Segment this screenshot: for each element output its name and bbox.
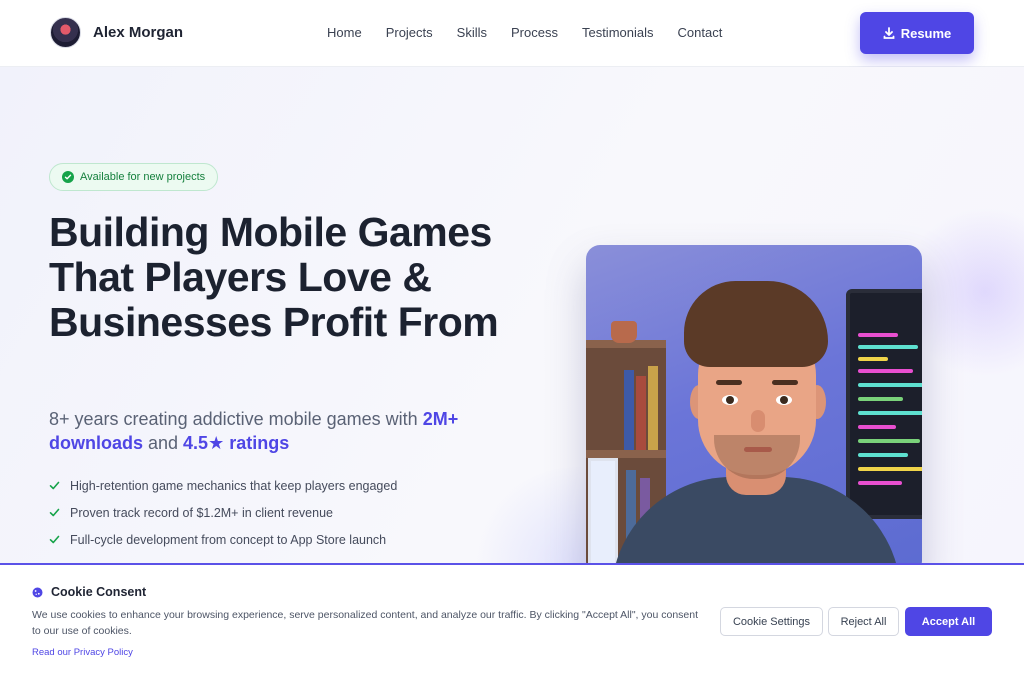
person-hair — [684, 281, 828, 367]
code-line — [858, 453, 908, 457]
hero-section: Available for new projects Building Mobi… — [0, 67, 1024, 567]
check-icon — [49, 508, 60, 517]
nav-link-projects[interactable]: Projects — [386, 25, 433, 40]
code-line — [858, 411, 922, 415]
nav-link-home[interactable]: Home — [327, 25, 362, 40]
cookie-title-text: Cookie Consent — [51, 585, 147, 599]
hero-headline: Building Mobile Games That Players Love … — [49, 209, 499, 345]
ratings-highlight: 4.5★ ratings — [183, 433, 290, 453]
code-line — [858, 383, 922, 387]
code-line — [858, 345, 918, 349]
subhead-and: and — [143, 433, 184, 453]
check-icon — [49, 535, 60, 544]
code-line — [858, 397, 903, 401]
picture-frame — [588, 458, 618, 567]
top-nav: Alex Morgan Home Projects Skills Process… — [0, 0, 1024, 67]
privacy-policy-link[interactable]: Read our Privacy Policy — [32, 647, 133, 658]
check-circle-icon — [62, 171, 74, 183]
developer-portrait-image — [586, 245, 922, 567]
check-icon — [49, 481, 60, 490]
nav-link-process[interactable]: Process — [511, 25, 558, 40]
resume-button[interactable]: Resume — [860, 12, 974, 54]
cookie-icon — [32, 587, 43, 597]
resume-label: Resume — [900, 25, 952, 41]
list-item: Proven track record of $1.2M+ in client … — [49, 499, 397, 526]
feature-list: High-retention game mechanics that keep … — [49, 472, 397, 553]
bullet-text: Proven track record of $1.2M+ in client … — [70, 505, 333, 520]
availability-badge: Available for new projects — [49, 163, 219, 191]
book — [648, 366, 658, 450]
hero-subheading: 8+ years creating addictive mobile games… — [49, 407, 479, 455]
person-eye — [776, 395, 792, 405]
person-eye — [722, 395, 738, 405]
avatar — [50, 17, 81, 48]
code-line — [858, 439, 920, 443]
download-icon — [883, 27, 895, 39]
reject-all-button[interactable]: Reject All — [828, 607, 899, 636]
code-line — [858, 425, 896, 429]
shelf-board — [586, 450, 666, 458]
nav-links: Home Projects Skills Process Testimonial… — [327, 25, 746, 40]
nav-link-contact[interactable]: Contact — [678, 25, 723, 40]
cookie-consent-banner: Cookie Consent We use cookies to enhance… — [0, 563, 1024, 675]
list-item: Full-cycle development from concept to A… — [49, 526, 397, 553]
code-line — [858, 333, 898, 337]
cookie-description: We use cookies to enhance your browsing … — [32, 609, 699, 637]
person-brow — [772, 380, 798, 385]
bullet-text: Full-cycle development from concept to A… — [70, 532, 387, 547]
person-brow — [716, 380, 742, 385]
brand[interactable]: Alex Morgan — [50, 17, 183, 48]
list-item: High-retention game mechanics that keep … — [49, 472, 397, 499]
code-line — [858, 467, 922, 471]
nav-link-testimonials[interactable]: Testimonials — [582, 25, 654, 40]
bullet-text: High-retention game mechanics that keep … — [70, 478, 398, 493]
accept-all-button[interactable]: Accept All — [905, 607, 992, 636]
code-line — [858, 369, 913, 373]
nav-link-skills[interactable]: Skills — [457, 25, 487, 40]
code-monitor — [846, 289, 922, 519]
code-line — [858, 357, 888, 361]
vase — [611, 321, 637, 343]
cookie-settings-button[interactable]: Cookie Settings — [720, 607, 823, 636]
brand-name: Alex Morgan — [93, 24, 184, 41]
person-nose — [751, 410, 765, 432]
subhead-prefix: 8+ years creating addictive mobile games… — [49, 409, 423, 429]
badge-text: Available for new projects — [80, 171, 206, 183]
book — [624, 370, 634, 450]
person-mouth — [744, 447, 772, 452]
cookie-title: Cookie Consent — [32, 585, 146, 599]
book — [636, 376, 646, 450]
code-line — [858, 481, 902, 485]
